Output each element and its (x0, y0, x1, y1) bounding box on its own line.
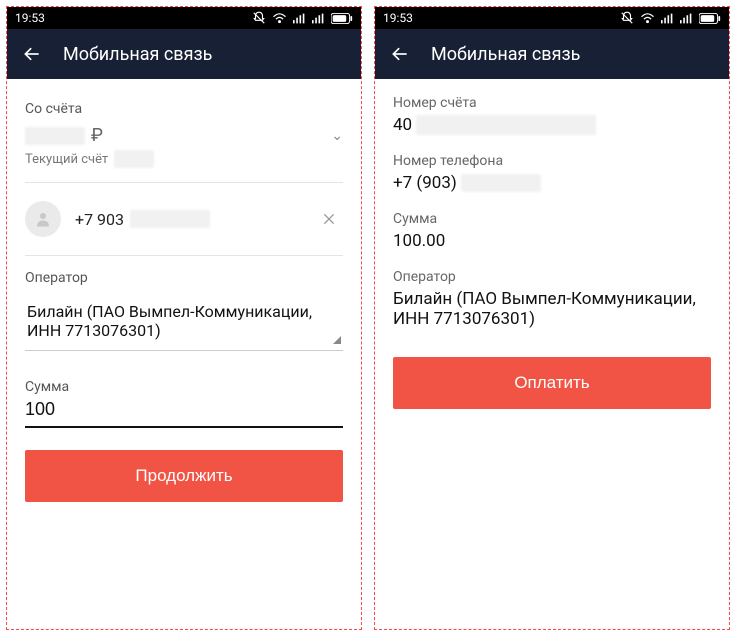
operator-select[interactable]: Билайн (ПАО Вымпел-Коммуникации, ИНН 771… (25, 292, 343, 351)
dropdown-triangle-icon (333, 336, 341, 344)
amount-value: 100.00 (393, 231, 711, 251)
battery-icon (699, 13, 721, 24)
account-suffix-redacted (114, 150, 154, 168)
status-time: 19:53 (383, 11, 413, 25)
signal2-icon (680, 13, 693, 24)
form-content: Со счёта ₽ ⌄ Текущий счёт +7 903 Операто… (7, 79, 361, 629)
wifi-icon (640, 12, 655, 24)
operator-label: Оператор (25, 270, 343, 286)
account-number-block: Номер счёта 40 (393, 95, 711, 135)
app-bar: Мобильная связь (375, 29, 729, 79)
battery-icon (331, 13, 353, 24)
operator-value: Билайн (ПАО Вымпел-Коммуникации, ИНН 771… (393, 289, 711, 329)
chevron-down-icon: ⌄ (331, 128, 343, 144)
divider (25, 182, 343, 183)
amount-label: Сумма (393, 211, 711, 227)
phone-input-row: +7 903 (25, 197, 343, 241)
account-number-redacted (416, 115, 596, 135)
back-button[interactable] (21, 43, 43, 65)
phone-label: Номер телефона (393, 153, 711, 169)
contact-avatar[interactable] (25, 201, 61, 237)
continue-button[interactable]: Продолжить (25, 450, 343, 502)
current-account-label: Текущий счёт (25, 152, 108, 167)
phone-number-input[interactable]: +7 903 (75, 210, 210, 229)
screen-right: 19:53 Мобильная связь Номер счёта 40 Ном… (374, 6, 730, 630)
operator-value: Билайн (ПАО Вымпел-Коммуникации, ИНН 771… (27, 302, 312, 340)
pay-button[interactable]: Оплатить (393, 357, 711, 409)
account-balance-redacted (25, 127, 85, 145)
back-button[interactable] (389, 43, 411, 65)
status-bar: 19:53 (7, 7, 361, 29)
operator-block: Оператор Билайн (ПАО Вымпел-Коммуникации… (393, 269, 711, 329)
signal-icon (661, 13, 674, 24)
mute-icon (252, 11, 266, 25)
page-title: Мобильная связь (431, 44, 580, 65)
operator-label: Оператор (393, 269, 711, 285)
signal2-icon (312, 13, 325, 24)
amount-input[interactable] (25, 395, 343, 428)
app-bar: Мобильная связь (7, 29, 361, 79)
wifi-icon (272, 12, 287, 24)
clear-button[interactable] (315, 207, 343, 231)
confirm-content: Номер счёта 40 Номер телефона +7 (903) С… (375, 79, 729, 629)
mute-icon (620, 11, 634, 25)
current-account-row: Текущий счёт (25, 150, 343, 168)
from-account-label: Со счёта (25, 101, 343, 117)
screen-left: 19:53 Мобильная связь Со счёта ₽ ⌄ Текущ… (6, 6, 362, 630)
amount-label: Сумма (25, 379, 343, 395)
signal-icon (293, 13, 306, 24)
status-time: 19:53 (15, 11, 45, 25)
phone-block: Номер телефона +7 (903) (393, 153, 711, 193)
amount-block: Сумма 100.00 (393, 211, 711, 251)
phone-prefix: +7 903 (75, 210, 124, 229)
phone-suffix-redacted (130, 210, 210, 228)
account-number-label: Номер счёта (393, 95, 711, 111)
account-selector[interactable]: ₽ ⌄ (25, 125, 343, 146)
divider (25, 255, 343, 256)
currency-symbol: ₽ (91, 125, 103, 146)
phone-prefix: +7 (903) (393, 173, 457, 193)
phone-suffix-redacted (461, 174, 541, 192)
account-number-prefix: 40 (393, 115, 412, 135)
status-bar: 19:53 (375, 7, 729, 29)
page-title: Мобильная связь (63, 44, 212, 65)
